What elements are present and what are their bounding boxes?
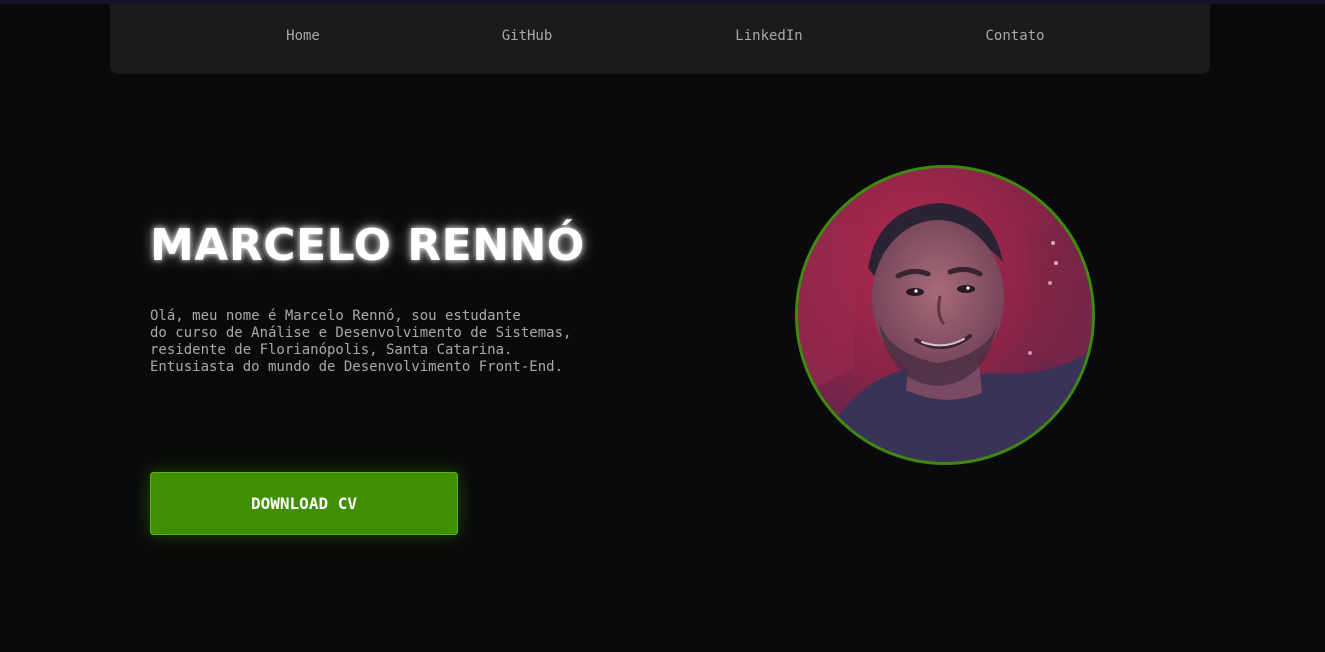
avatar — [795, 165, 1095, 465]
hero-description-line: Entusiasta do mundo de Desenvolvimento F… — [150, 359, 564, 375]
download-cv-button[interactable]: DOWNLOAD CV — [150, 472, 458, 535]
hero-description-line: do curso de Análise e Desenvolvimento de… — [150, 325, 572, 341]
profile-photo — [798, 168, 1092, 462]
nav-link-home[interactable]: Home — [286, 28, 320, 44]
hero-description-line: Olá, meu nome é Marcelo Rennó, sou estud… — [150, 308, 521, 324]
hero-title: MARCELO RENNÓ — [150, 220, 585, 271]
navbar: Home GitHub LinkedIn Contato — [110, 4, 1210, 74]
nav-link-contato[interactable]: Contato — [985, 28, 1044, 44]
hero-description: Olá, meu nome é Marcelo Rennó, sou estud… — [150, 308, 670, 376]
nav-link-github[interactable]: GitHub — [502, 28, 553, 44]
hero-description-line: residente de Florianópolis, Santa Catari… — [150, 342, 513, 358]
nav-link-linkedin[interactable]: LinkedIn — [735, 28, 802, 44]
